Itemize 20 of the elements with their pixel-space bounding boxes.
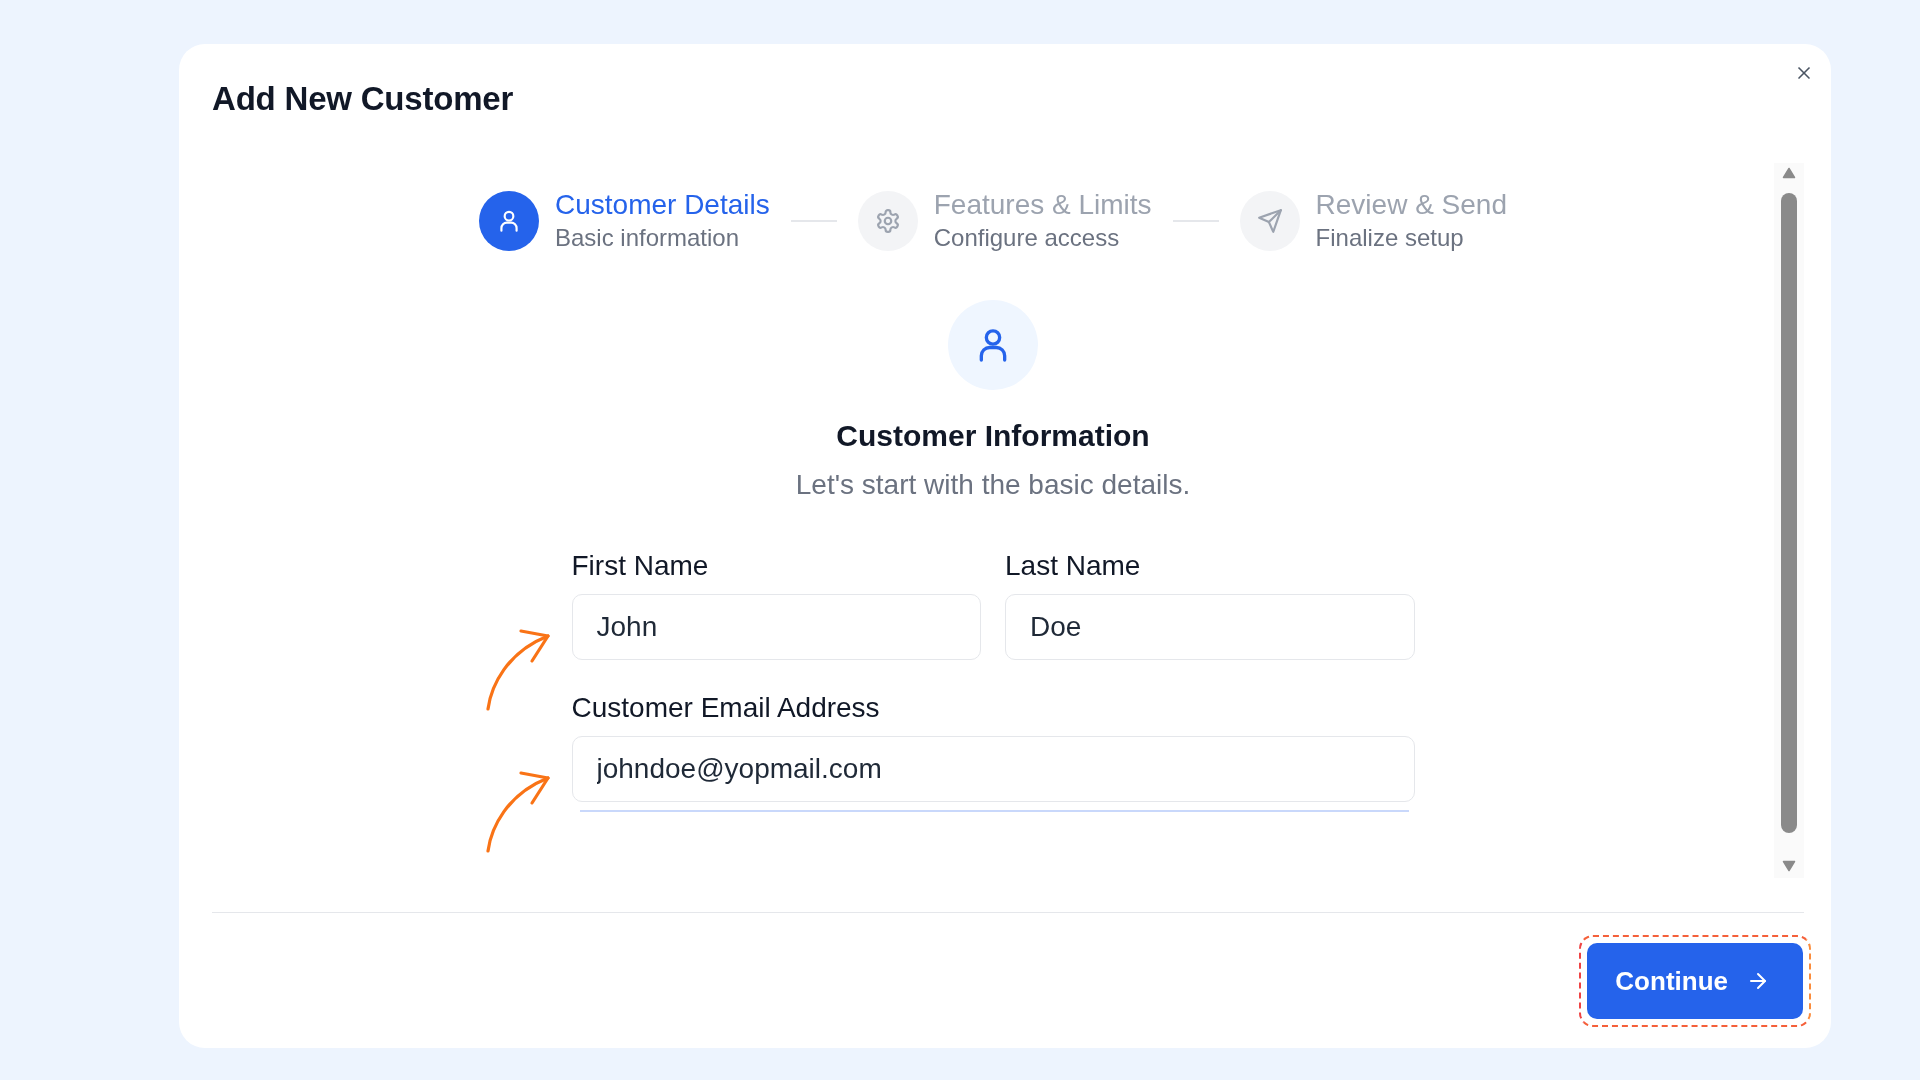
field-label: Customer Email Address (571, 692, 880, 724)
step-title: Customer Details (555, 189, 770, 221)
continue-button[interactable]: Continue (1587, 943, 1803, 1019)
scrollbar-thumb[interactable] (1781, 193, 1797, 833)
scrollbar[interactable] (1774, 163, 1804, 878)
down-triangle-icon[interactable] (1782, 860, 1796, 872)
input-field[interactable]: johndoe@yopmail.com (571, 736, 1415, 802)
step-title: Review & Send (1315, 189, 1507, 221)
dialog-title: Add New Customer (212, 80, 514, 118)
step-subtitle: Configure access (933, 224, 1120, 252)
up-triangle-icon[interactable] (1782, 167, 1796, 179)
section-title: Customer Information (836, 418, 1150, 454)
step-subtitle: Finalize setup (1315, 224, 1464, 252)
input-field[interactable]: Doe (1005, 594, 1415, 660)
step-subtitle: Basic information (555, 224, 740, 252)
step-title: Features & Limits (933, 189, 1152, 221)
field-label: First Name (571, 550, 709, 582)
section-subtitle: Let's start with the basic details. (795, 469, 1191, 501)
input-field[interactable]: John (571, 594, 981, 660)
field-label: Last Name (1005, 550, 1141, 582)
